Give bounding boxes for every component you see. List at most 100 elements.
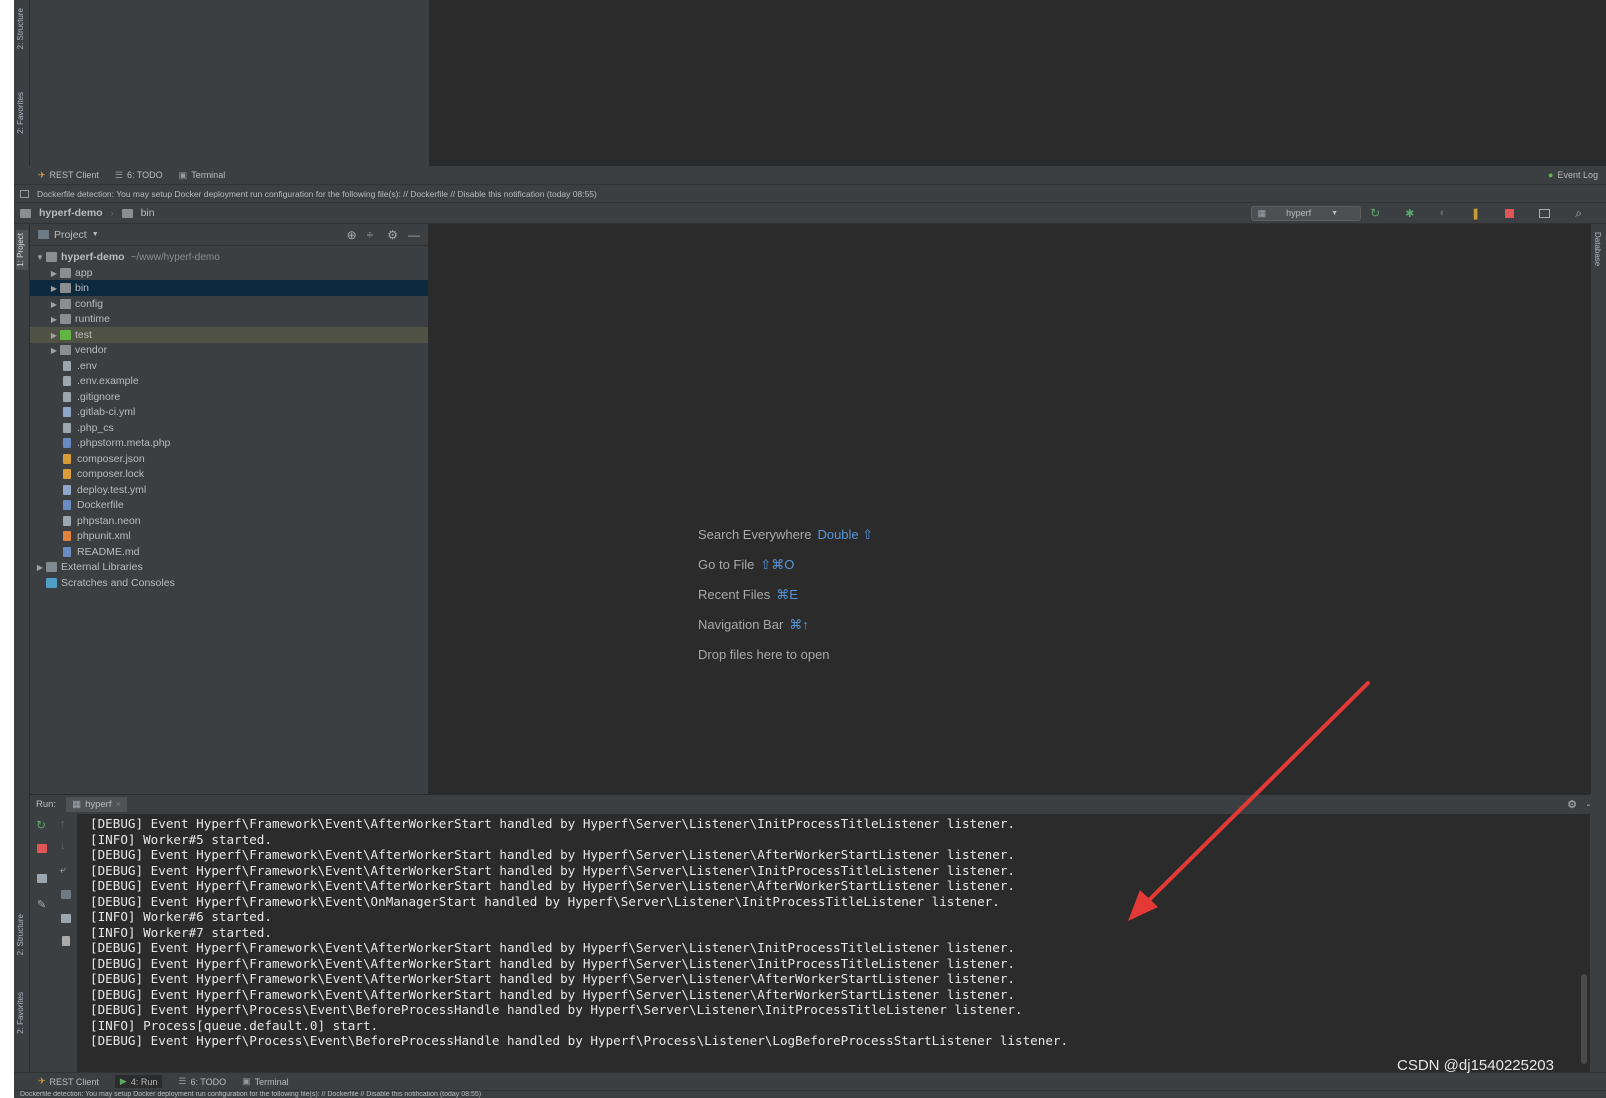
chevron-right-icon[interactable]: ▶ (34, 563, 46, 572)
tree-item-test[interactable]: ▶ test (30, 327, 428, 343)
composer-icon (63, 469, 71, 479)
scrollbar-thumb[interactable] (1581, 974, 1587, 1064)
file-icon (63, 361, 71, 371)
tree-item-external-libraries[interactable]: ▶ External Libraries (30, 559, 428, 575)
run-tab-hyperf[interactable]: ▦ hyperf × (66, 797, 128, 812)
favorites-tab[interactable]: 2: Favorites (16, 992, 25, 1034)
run-config-label: hyperf (1286, 208, 1312, 218)
run-tab[interactable]: ▶ 4: Run (114, 1075, 163, 1088)
restore-layout-icon[interactable] (37, 874, 47, 883)
stop-icon[interactable] (1505, 208, 1515, 218)
tree-item-env[interactable]: .env (30, 358, 428, 374)
rerun-icon[interactable]: ↻ (1370, 206, 1380, 220)
tree-item-gitignore[interactable]: .gitignore (30, 389, 428, 405)
right-tool-strip: Database (1590, 224, 1606, 794)
tree-item-dockerfile[interactable]: Dockerfile (30, 497, 428, 513)
locate-icon[interactable]: ⊕ (347, 228, 357, 242)
gear-icon[interactable]: ⚙ (1567, 798, 1577, 811)
editor-top (429, 0, 1606, 166)
event-log-button-top[interactable]: ● Event Log (1548, 170, 1598, 180)
project-view-selector[interactable]: Project (54, 229, 87, 241)
console-line: [DEBUG] Event Hyperf\Process\Event\Befor… (90, 1002, 1023, 1017)
structure-tab-top[interactable]: 2: Structure (16, 8, 25, 49)
navigation-bar: hyperf-demo › bin ▦ hyperf ▼ ↻ ✱ ◐ ❚ ⌕ (14, 202, 1606, 224)
hint-navigation-bar: Navigation Bar ⌘↑ (698, 617, 809, 632)
layout-icon[interactable] (1539, 208, 1551, 218)
tree-item-bin[interactable]: ▶ bin (30, 280, 428, 296)
chevron-right-icon[interactable]: ▶ (48, 284, 60, 293)
collapse-icon[interactable]: ÷ (367, 228, 374, 242)
structure-tab[interactable]: 2: Structure (16, 914, 25, 955)
notification-text[interactable]: Dockerfile detection: You may setup Dock… (37, 189, 597, 199)
scroll-down-icon[interactable]: ↓ (60, 840, 66, 852)
todo-tab[interactable]: ☰ 6: TODO (178, 1076, 226, 1087)
expand-arrow-icon[interactable]: ▼ (34, 253, 46, 262)
rest-client-tab-top[interactable]: ✈ REST Client (38, 170, 99, 181)
print-icon[interactable] (61, 914, 71, 923)
scroll-up-icon[interactable]: ↑ (60, 818, 66, 830)
favorites-tab-top[interactable]: 2: Favorites (16, 92, 25, 134)
tree-item-composer-lock[interactable]: composer.lock (30, 466, 428, 482)
breadcrumb-project[interactable]: hyperf-demo (39, 207, 103, 219)
coverage-icon[interactable]: ◐ (1439, 207, 1446, 219)
tree-item-phpstan[interactable]: phpstan.neon (30, 513, 428, 529)
todo-tab-top[interactable]: ☰ 6: TODO (115, 170, 163, 181)
config-icon: ▦ (1257, 207, 1267, 218)
close-icon[interactable]: × (115, 799, 121, 810)
tree-item-runtime[interactable]: ▶ runtime (30, 311, 428, 327)
hint-go-to-file: Go to File ⇧⌘O (698, 557, 795, 572)
rest-client-tab[interactable]: ✈ REST Client (38, 1076, 99, 1087)
chevron-right-icon[interactable]: ▶ (48, 346, 60, 355)
tree-item-config[interactable]: ▶ config (30, 296, 428, 312)
chevron-right-icon[interactable]: ▶ (48, 269, 60, 278)
tree-item-composer-json[interactable]: composer.json (30, 451, 428, 467)
tree-item-phpunit[interactable]: phpunit.xml (30, 528, 428, 544)
chevron-right-icon[interactable]: ▶ (48, 300, 60, 309)
yaml-file-icon (63, 485, 71, 495)
tree-item-env-example[interactable]: .env.example (30, 373, 428, 389)
notification-icon (20, 189, 29, 198)
hint-recent-files: Recent Files ⌘E (698, 587, 798, 602)
terminal-tab-top[interactable]: ▣ Terminal (179, 170, 226, 181)
soft-wrap-icon[interactable]: ⤶ (60, 864, 66, 877)
console-line: [DEBUG] Event Hyperf\Framework\Event\OnM… (90, 893, 1000, 909)
console-scrollbar[interactable] (1578, 814, 1590, 1072)
run-config-selector[interactable]: ▦ hyperf ▼ (1250, 205, 1362, 221)
notification-text-bottom[interactable]: Dockerfile detection: You may setup Dock… (20, 1091, 481, 1098)
trash-icon[interactable] (62, 936, 70, 946)
tree-item-gitlab-ci[interactable]: .gitlab-ci.yml (30, 404, 428, 420)
rerun-icon[interactable]: ↻ (36, 818, 46, 832)
docker-file-icon (63, 500, 71, 510)
php-file-icon (63, 438, 71, 448)
tree-item-scratches[interactable]: Scratches and Consoles (30, 575, 428, 591)
project-panel: Project ▼ ⊕ ÷ ⚙ — ▼ hyperf-demo ~/www/hy… (30, 224, 429, 794)
tree-item-deploy-test[interactable]: deploy.test.yml (30, 482, 428, 498)
hide-icon[interactable]: — (408, 228, 420, 242)
gear-icon[interactable]: ⚙ (387, 228, 398, 242)
pin-icon[interactable]: ✎ (37, 898, 46, 911)
scroll-to-end-icon[interactable] (61, 890, 71, 899)
terminal-tab[interactable]: ▣ Terminal (242, 1076, 289, 1087)
tree-item-php-cs[interactable]: .php_cs (30, 420, 428, 436)
tool-window-bar-top: ✈ REST Client ☰ 6: TODO ▣ Terminal ● Event L… (14, 166, 1606, 184)
tree-item-readme[interactable]: README.md (30, 544, 428, 560)
project-panel-header: Project ▼ ⊕ ÷ ⚙ — (30, 224, 428, 246)
notification-bar-bottom: Dockerfile detection: You may setup Dock… (14, 1090, 1606, 1098)
breadcrumb-folder[interactable]: bin (141, 207, 155, 219)
chevron-right-icon[interactable]: ▶ (48, 331, 60, 340)
tree-item-app[interactable]: ▶ app (30, 265, 428, 281)
database-tab[interactable]: Database (1593, 232, 1602, 266)
profile-icon[interactable]: ❚ (1471, 207, 1480, 220)
tree-item-vendor[interactable]: ▶ vendor (30, 342, 428, 358)
tree-item-phpstorm-meta[interactable]: .phpstorm.meta.php (30, 435, 428, 451)
console-line: [INFO] Worker#5 started. (90, 831, 272, 847)
tree-root[interactable]: ▼ hyperf-demo ~/www/hyperf-demo (30, 249, 428, 265)
stop-icon[interactable] (37, 844, 47, 853)
left-tool-strip-top: 2: Structure 2: Favorites (14, 0, 30, 166)
project-tab[interactable]: 1: Project (16, 230, 28, 270)
editor-area[interactable]: Search Everywhere Double ⇧ Go to File ⇧⌘O … (429, 224, 1590, 794)
chevron-down-icon[interactable]: ▼ (92, 231, 99, 238)
chevron-right-icon[interactable]: ▶ (48, 315, 60, 324)
search-icon[interactable]: ⌕ (1575, 206, 1582, 221)
debug-icon[interactable]: ✱ (1405, 207, 1414, 220)
